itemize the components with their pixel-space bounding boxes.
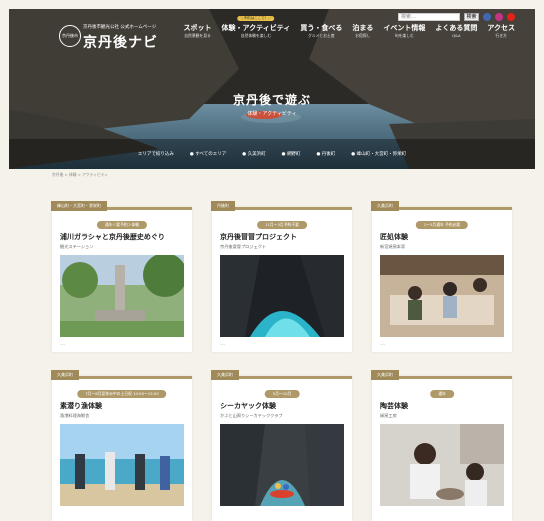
card-photo (220, 424, 344, 506)
instagram-icon[interactable] (495, 13, 503, 21)
nav-label: スポット (183, 24, 212, 32)
card-schedule-pill: 7月〜8月夏休み中の土日祝 10:00〜15:00 (77, 390, 167, 398)
facebook-icon[interactable] (483, 13, 491, 21)
card-category-tag: 久美浜町 (51, 370, 79, 380)
activity-card[interactable]: 久美浜町 7月〜8月夏休み中の土日祝 10:00〜15:00 素潜り漁体験 漁港… (51, 370, 192, 521)
nav-label: アクセス (487, 24, 515, 32)
nav-label: よくある質問 (435, 24, 478, 32)
nav-sublabel: グルメとお土産 (308, 33, 335, 38)
area-filter-tango[interactable]: ● 丹後町 (316, 151, 335, 157)
card-category-tag: 久美浜町 (371, 370, 399, 380)
card-title: 匠処体験 (380, 233, 408, 241)
area-filter-amino[interactable]: ● 網野町 (282, 151, 301, 157)
card-photo (380, 255, 504, 337)
area-filter-mineyama[interactable]: ● 峰山町・大宮町・弥栄町 (351, 151, 406, 157)
nav-sublabel: お宿探し (355, 33, 371, 38)
card-title: 浦川ガラシャと京丹後歴史めぐり (60, 233, 165, 241)
nav-item-activity[interactable]: ＼予約はここで！／ 体験・アクティビティ 自然体験を楽しむ (221, 16, 291, 39)
nav-sublabel: 自然景観を見る (184, 33, 211, 38)
nav-item-faq[interactable]: よくある質問 Q&A (435, 23, 477, 39)
nav-sublabel: 行き方 (495, 33, 507, 38)
card-organizer: 漁港料理海鮮舎 (60, 413, 90, 418)
logo-name: 京丹後ナビ (83, 35, 158, 51)
page-subtitle: 体験・アクティビティ (247, 111, 297, 117)
card-schedule-pill: 通年 (430, 390, 454, 398)
card-more: … (380, 341, 385, 347)
card-title: シーカヤック体験 (220, 402, 276, 410)
nav-label: 体験・アクティビティ (221, 24, 291, 32)
logo-subtitle: 京丹後市観光公社 公式ホームページ (83, 25, 157, 30)
card-category-tag: 丹後町 (211, 201, 235, 211)
area-filter-kumihama[interactable]: ● 久美浜町 (242, 151, 265, 157)
card-title: 京丹後冒冒プロジェクト (220, 233, 297, 241)
nav-badge: ＼予約はここで！／ (237, 16, 275, 21)
nav-item-events[interactable]: イベント情報 旬を楽しむ (383, 23, 425, 39)
nav-item-stay[interactable]: 泊まる お宿探し (352, 23, 373, 39)
top-utility-bar: 検索… 検索 (398, 12, 515, 22)
logo-seal-icon: 京丹後市 (59, 25, 81, 47)
hero-title-block: 京丹後で遊ぶ 体験・アクティビティ (9, 91, 535, 117)
area-filter-text: 峰山町・大宮町・弥栄町 (356, 152, 407, 157)
nav-label: 泊まる (352, 24, 374, 32)
hero-banner: 京丹後市 京丹後市観光公社 公式ホームページ 京丹後ナビ 検索… 検索 スポット… (9, 9, 535, 169)
area-filter-text: すべてのエリア (195, 152, 227, 157)
search-button[interactable]: 検索 (464, 13, 479, 21)
card-organizer: かぶと山周りシーカヤッククラブ (220, 413, 283, 418)
card-photo (60, 424, 184, 506)
page-title: 京丹後で遊ぶ (232, 93, 311, 107)
nav-label: 買う・食べる (300, 24, 343, 32)
area-filter-nav: エリアで絞り込み ● すべてのエリア ● 久美浜町 ● 網野町 ● 丹後町 ● … (9, 151, 535, 157)
card-photo (220, 255, 344, 337)
area-filter-text: 網野町 (286, 152, 301, 157)
card-schedule-pill: 通年＜要予約＞体験 (96, 221, 148, 229)
card-title: 陶芸体験 (380, 402, 408, 410)
card-more: … (60, 341, 65, 347)
area-filter-label: エリアで絞り込み (137, 152, 174, 157)
card-title: 素潜り漁体験 (60, 402, 102, 410)
nav-label: イベント情報 (383, 24, 426, 32)
nav-sublabel: 自然体験を楽しむ (240, 33, 272, 38)
card-photo (380, 424, 504, 506)
nav-item-access[interactable]: アクセス 行き方 (487, 23, 515, 39)
area-filter-text: 丹後町 (321, 152, 336, 157)
card-photo (60, 255, 184, 337)
card-category-tag: 峰山町・大宮町・弥栄町 (51, 201, 107, 211)
card-schedule-pill: 11月〜3月予約不要 (257, 221, 307, 229)
card-schedule-pill: 5月〜10月 (264, 390, 300, 398)
card-organizer: 新宮焼窯本家 (380, 244, 406, 249)
search-input[interactable]: 検索… (398, 13, 460, 21)
activity-card[interactable]: 峰山町・大宮町・弥栄町 通年＜要予約＞体験 浦川ガラシャと京丹後歴史めぐり 観光… (51, 201, 192, 352)
card-category-tag: 久美浜町 (371, 201, 399, 211)
activity-card[interactable]: 久美浜町 5月〜10月 シーカヤック体験 かぶと山周りシーカヤッククラブ (211, 370, 352, 521)
card-organizer: 縁窯工房 (380, 413, 397, 418)
youtube-icon[interactable] (507, 13, 515, 21)
area-filter-text: 久美浜町 (247, 152, 266, 157)
activity-card[interactable]: 丹後町 11月〜3月予約不要 京丹後冒冒プロジェクト 京丹後冒冒プロジェクト … (211, 201, 352, 352)
nav-sublabel: Q&A (452, 33, 461, 38)
card-organizer: 京丹後冒冒プロジェクト (220, 244, 267, 249)
activity-card[interactable]: 久美浜町 1〜3月通年 予約必要 匠処体験 新宮焼窯本家 … (371, 201, 512, 352)
card-organizer: 観光ステーション (60, 244, 94, 249)
nav-sublabel: 旬を楽しむ (394, 33, 414, 38)
nav-item-shop-eat[interactable]: 買う・食べる グルメとお土産 (300, 23, 342, 39)
area-filter-all[interactable]: ● すべてのエリア (190, 151, 226, 157)
card-schedule-pill: 1〜3月通年 予約必要 (415, 221, 469, 229)
activity-card[interactable]: 久美浜町 通年 陶芸体験 縁窯工房 (371, 370, 512, 521)
main-nav: スポット 自然景観を見る ＼予約はここで！／ 体験・アクティビティ 自然体験を楽しむ … (184, 16, 515, 39)
card-more: … (220, 341, 225, 347)
card-category-tag: 久美浜町 (211, 370, 239, 380)
breadcrumb[interactable]: 京丹後 > 体験 > アクティビティ (52, 172, 108, 178)
nav-item-spot[interactable]: スポット 自然景観を見る (184, 23, 212, 39)
